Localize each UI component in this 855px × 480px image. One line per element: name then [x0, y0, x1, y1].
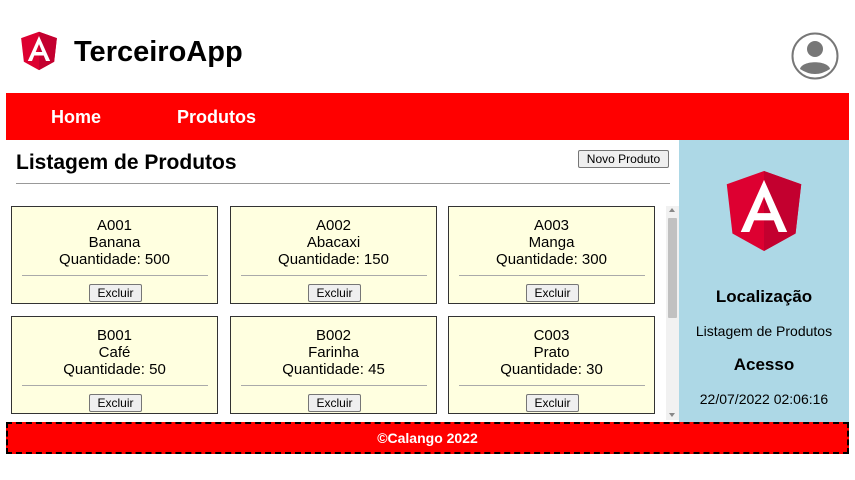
product-quantity: Quantidade: 150: [278, 251, 389, 268]
delete-button[interactable]: Excluir: [89, 284, 142, 302]
nav-item-home[interactable]: Home: [51, 107, 101, 127]
angular-logo-icon[interactable]: [15, 24, 63, 76]
main-navbar: Home Produtos: [6, 93, 849, 140]
scroll-down-arrow-icon[interactable]: [669, 413, 675, 417]
delete-button[interactable]: Excluir: [526, 394, 579, 412]
scroll-up-arrow-icon[interactable]: [669, 208, 675, 212]
product-quantity: Quantidade: 300: [496, 251, 607, 268]
product-quantity: Quantidade: 50: [63, 361, 166, 378]
product-name: Abacaxi: [306, 234, 361, 251]
product-quantity: Quantidade: 500: [59, 251, 170, 268]
product-quantity: Quantidade: 45: [282, 361, 385, 378]
product-card: B002 Farinha Quantidade: 45 Excluir: [230, 316, 437, 414]
access-timestamp: 22/07/2022 02:06:16: [699, 391, 829, 407]
scroll-thumb[interactable]: [668, 218, 677, 318]
access-heading: Acesso: [733, 355, 795, 374]
product-grid[interactable]: A001 Banana Quantidade: 500 Excluir A002…: [11, 206, 666, 420]
product-code: A001: [96, 217, 133, 234]
page-title: Listagem de Produtos: [16, 151, 237, 174]
page-footer: ©Calango 2022: [6, 422, 849, 454]
product-name: Banana: [88, 234, 141, 251]
info-sidebar: Localização Listagem de Produtos Acesso …: [679, 140, 849, 422]
product-quantity: Quantidade: 30: [500, 361, 603, 378]
product-grid-scrollbar[interactable]: [666, 206, 679, 420]
location-value: Listagem de Produtos: [695, 323, 833, 339]
delete-button[interactable]: Excluir: [308, 284, 361, 302]
new-product-button[interactable]: Novo Produto: [578, 150, 669, 168]
card-divider: [459, 275, 645, 276]
card-divider: [459, 385, 645, 386]
delete-button[interactable]: Excluir: [89, 394, 142, 412]
app-header: TerceiroApp: [0, 0, 855, 93]
location-heading: Localização: [715, 287, 813, 306]
title-divider: [16, 183, 670, 184]
product-code: A003: [533, 217, 570, 234]
app-title: TerceiroApp: [74, 36, 243, 68]
product-listing-panel: Listagem de Produtos Novo Produto A001 B…: [6, 140, 679, 422]
angular-logo-icon: [726, 171, 802, 251]
delete-button[interactable]: Excluir: [526, 284, 579, 302]
product-code: B002: [315, 327, 352, 344]
product-card: B001 Café Quantidade: 50 Excluir: [11, 316, 218, 414]
product-card: A003 Manga Quantidade: 300 Excluir: [448, 206, 655, 304]
card-divider: [22, 275, 208, 276]
product-code: C003: [533, 327, 570, 344]
card-divider: [241, 275, 427, 276]
product-name: Manga: [528, 234, 575, 251]
card-divider: [22, 385, 208, 386]
product-code: B001: [96, 327, 133, 344]
delete-button[interactable]: Excluir: [308, 394, 361, 412]
product-name: Farinha: [308, 344, 359, 361]
user-avatar-icon[interactable]: [791, 32, 839, 80]
product-name: Prato: [533, 344, 570, 361]
product-name: Café: [98, 344, 131, 361]
product-card: A002 Abacaxi Quantidade: 150 Excluir: [230, 206, 437, 304]
card-divider: [241, 385, 427, 386]
product-card: A001 Banana Quantidade: 500 Excluir: [11, 206, 218, 304]
product-code: A002: [315, 217, 352, 234]
product-card: C003 Prato Quantidade: 30 Excluir: [448, 316, 655, 414]
nav-item-produtos[interactable]: Produtos: [177, 107, 256, 127]
